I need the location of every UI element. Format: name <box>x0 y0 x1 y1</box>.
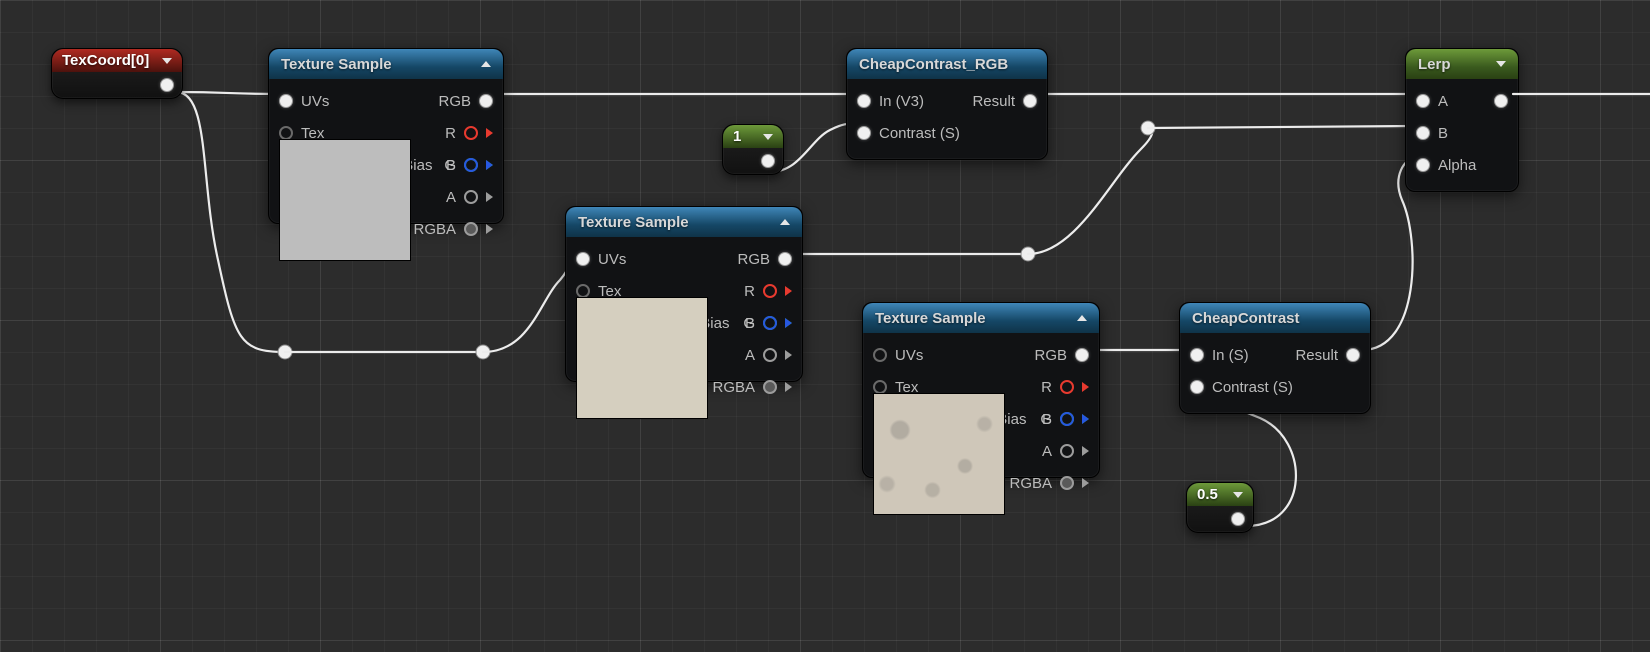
input-pin-a[interactable] <box>1416 94 1430 108</box>
node-title: Texture Sample <box>281 56 392 73</box>
texture-preview <box>279 139 411 261</box>
node-texture-sample-1[interactable]: Texture Sample UVs RGB Tex R Apply View … <box>268 48 504 224</box>
texture-preview <box>873 393 1005 515</box>
input-pin-contrast[interactable] <box>857 126 871 140</box>
output-pin-rgb[interactable] <box>479 94 493 108</box>
constant-value: 0.5 <box>1197 486 1218 503</box>
material-graph-canvas[interactable]: TexCoord[0] Texture Sample UVs RGB Tex R… <box>0 0 1650 652</box>
chevron-down-icon[interactable] <box>162 58 172 64</box>
chevron-down-icon[interactable] <box>763 134 773 140</box>
chevron-down-icon[interactable] <box>1233 492 1243 498</box>
output-pin[interactable] <box>761 154 775 168</box>
node-title: Texture Sample <box>578 214 689 231</box>
node-cheapcontrast[interactable]: CheapContrast In (S) Result Contrast (S) <box>1179 302 1371 414</box>
node-texture-sample-2[interactable]: Texture Sample UVs RGB Tex R Apply View … <box>565 206 803 382</box>
output-pin-r[interactable] <box>1060 380 1074 394</box>
output-pin-rgba[interactable] <box>464 222 478 236</box>
output-pin-result[interactable] <box>1346 348 1360 362</box>
arrow-icon <box>1082 382 1089 392</box>
texture-preview <box>576 297 708 419</box>
input-pin-uvs[interactable] <box>873 348 887 362</box>
node-texcoord[interactable]: TexCoord[0] <box>51 48 183 99</box>
node-lerp[interactable]: Lerp A B Alpha <box>1405 48 1519 192</box>
input-pin-contrast[interactable] <box>1190 380 1204 394</box>
output-pin-rgba[interactable] <box>1060 476 1074 490</box>
output-pin-b[interactable] <box>464 158 478 172</box>
node-title: CheapContrast_RGB <box>859 56 1008 73</box>
output-pin-rgb[interactable] <box>1075 348 1089 362</box>
output-pin-result[interactable] <box>1023 94 1037 108</box>
arrow-icon <box>1082 414 1089 424</box>
output-pin-a[interactable] <box>763 348 777 362</box>
node-title: Lerp <box>1418 56 1451 73</box>
chevron-up-icon[interactable] <box>481 61 491 67</box>
arrow-icon <box>486 128 493 138</box>
arrow-icon <box>486 224 493 234</box>
arrow-icon <box>486 192 493 202</box>
node-title: Texture Sample <box>875 310 986 327</box>
arrow-icon <box>785 318 792 328</box>
node-title: CheapContrast <box>1192 310 1300 327</box>
output-pin-r[interactable] <box>464 126 478 140</box>
output-pin-r[interactable] <box>763 284 777 298</box>
node-cheapcontrast-rgb[interactable]: CheapContrast_RGB In (V3) Result Contras… <box>846 48 1048 160</box>
output-pin-rgb[interactable] <box>778 252 792 266</box>
wire-layer <box>0 0 1650 652</box>
input-pin-in[interactable] <box>1190 348 1204 362</box>
node-title: TexCoord[0] <box>62 52 149 69</box>
chevron-up-icon[interactable] <box>780 219 790 225</box>
output-pin-b[interactable] <box>763 316 777 330</box>
output-pin-a[interactable] <box>1060 444 1074 458</box>
arrow-icon <box>1082 446 1089 456</box>
output-pin-rgba[interactable] <box>763 380 777 394</box>
input-pin-alpha[interactable] <box>1416 158 1430 172</box>
output-pin[interactable] <box>1231 512 1245 526</box>
output-pin[interactable] <box>160 78 174 92</box>
input-pin-b[interactable] <box>1416 126 1430 140</box>
output-pin[interactable] <box>1494 94 1508 108</box>
node-texture-sample-3[interactable]: Texture Sample UVs RGB Tex R Apply View … <box>862 302 1100 478</box>
chevron-down-icon[interactable] <box>1496 61 1506 67</box>
output-pin-a[interactable] <box>464 190 478 204</box>
node-constant-05[interactable]: 0.5 <box>1186 482 1254 533</box>
input-pin-in[interactable] <box>857 94 871 108</box>
arrow-icon <box>785 350 792 360</box>
input-pin-uvs[interactable] <box>576 252 590 266</box>
constant-value: 1 <box>733 128 741 145</box>
arrow-icon <box>1082 478 1089 488</box>
node-constant-1[interactable]: 1 <box>722 124 784 175</box>
arrow-icon <box>785 382 792 392</box>
arrow-icon <box>785 286 792 296</box>
arrow-icon <box>486 160 493 170</box>
input-pin-uvs[interactable] <box>279 94 293 108</box>
output-pin-b[interactable] <box>1060 412 1074 426</box>
chevron-up-icon[interactable] <box>1077 315 1087 321</box>
